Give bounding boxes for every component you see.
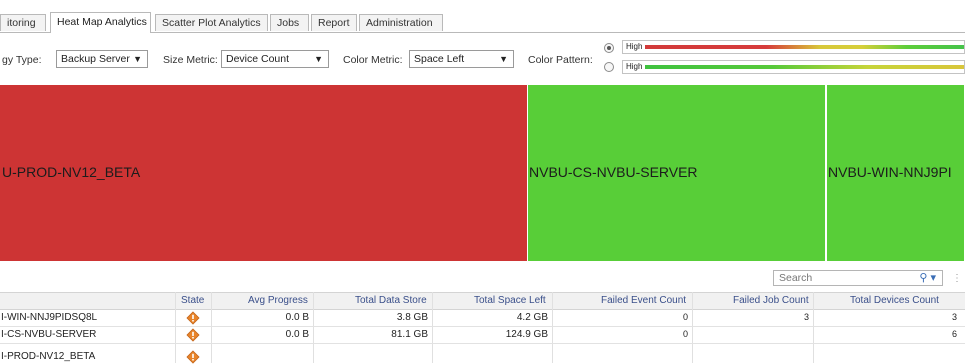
table-row[interactable]: I-CS-NVBU-SERVER 0.0 B 81.1 GB 124.9 GB …	[0, 327, 965, 344]
topology-type-select[interactable]: Backup Server ▼	[56, 50, 148, 68]
chevron-down-icon: ▼	[499, 54, 508, 64]
color-pattern-radio-2[interactable]	[604, 62, 614, 72]
color-gradient-bar	[645, 45, 964, 49]
column-header-avg-progress[interactable]: Avg Progress	[248, 293, 308, 308]
size-metric-value: Device Count	[226, 53, 290, 65]
heatmap-tile-label: NVBU-CS-NVBU-SERVER	[529, 164, 698, 180]
heatmap-tile[interactable]: U-PROD-NV12_BETA	[0, 85, 528, 261]
search-placeholder: Search	[779, 272, 813, 284]
column-header-total-devices-count[interactable]: Total Devices Count	[850, 293, 939, 308]
cell-total-data-store: 3.8 GB	[396, 312, 428, 323]
cell-avg-progress: 0.0 B	[285, 312, 309, 323]
size-metric-select[interactable]: Device Count ▼	[221, 50, 329, 68]
column-header-failed-job-count[interactable]: Failed Job Count	[733, 293, 809, 308]
tab-monitoring[interactable]: itoring	[0, 14, 46, 31]
cell-name: I-PROD-NV12_BETA	[1, 351, 96, 362]
warning-state-icon	[186, 350, 200, 364]
tab-report[interactable]: Report	[311, 14, 357, 31]
tab-heat-map-analytics[interactable]: Heat Map Analytics	[50, 12, 151, 33]
warning-state-icon	[186, 311, 200, 325]
cell-total-data-store: 81.1 GB	[391, 329, 428, 340]
color-pattern-1-label: High	[626, 42, 643, 51]
tab-bar: itoring Heat Map Analytics Scatter Plot …	[0, 12, 965, 33]
color-pattern-label: Color Pattern:	[528, 54, 593, 66]
color-gradient-bar	[645, 65, 964, 69]
grid-header: State Avg Progress Total Data Store Tota…	[0, 292, 965, 310]
tab-scatter-plot-analytics[interactable]: Scatter Plot Analytics	[155, 14, 268, 31]
cell-failed-event-count: 0	[682, 329, 688, 339]
size-metric-label: Size Metric:	[163, 54, 218, 66]
color-pattern-2[interactable]: High	[622, 60, 965, 74]
cell-total-devices-count: 6	[951, 329, 957, 339]
color-pattern-2-label: High	[626, 62, 643, 71]
cell-failed-job-count: 3	[803, 312, 809, 322]
heatmap-tile-label: U-PROD-NV12_BETA	[2, 164, 141, 180]
tab-administration[interactable]: Administration	[359, 14, 443, 31]
cell-failed-event-count: 0	[682, 312, 688, 322]
heatmap-tile-label: NVBU-WIN-NNJ9PI	[828, 164, 952, 180]
heatmap-toolbar: gy Type: Backup Server ▼ Size Metric: De…	[0, 40, 965, 80]
color-metric-label: Color Metric:	[343, 54, 403, 66]
tab-jobs[interactable]: Jobs	[270, 14, 309, 31]
chevron-down-icon: ▼	[133, 54, 142, 64]
heatmap-tile[interactable]: NVBU-CS-NVBU-SERVER	[528, 85, 826, 261]
color-pattern-radio-1[interactable]	[604, 43, 614, 53]
table-row[interactable]: I-PROD-NV12_BETA	[0, 344, 965, 364]
topology-type-label: gy Type:	[2, 54, 42, 66]
color-pattern-1[interactable]: High	[622, 40, 965, 54]
color-metric-value: Space Left	[414, 53, 465, 65]
column-header-total-data-store[interactable]: Total Data Store	[355, 293, 427, 308]
cell-avg-progress: 0.0 B	[285, 329, 309, 340]
cell-total-space-left: 4.2 GB	[516, 312, 548, 323]
color-metric-select[interactable]: Space Left ▼	[409, 50, 514, 68]
cell-total-space-left: 124.9 GB	[505, 329, 548, 340]
cell-name: I-CS-NVBU-SERVER	[1, 329, 97, 340]
column-header-failed-event-count[interactable]: Failed Event Count	[601, 293, 686, 308]
column-header-total-space-left[interactable]: Total Space Left	[474, 293, 546, 308]
warning-state-icon	[186, 328, 200, 342]
search-icon[interactable]: ⚲ ▾	[919, 271, 936, 284]
more-options-icon[interactable]: ⋮	[952, 273, 962, 284]
chevron-down-icon: ▼	[314, 54, 323, 64]
heatmap-tile[interactable]: NVBU-WIN-NNJ9PI	[826, 85, 965, 261]
cell-name: I-WIN-NNJ9PIDSQ8L	[1, 312, 98, 323]
column-header-state[interactable]: State	[181, 293, 204, 308]
cell-total-devices-count: 3	[951, 312, 957, 322]
search-input[interactable]: Search ⚲ ▾	[773, 270, 943, 286]
table-row[interactable]: I-WIN-NNJ9PIDSQ8L 0.0 B 3.8 GB 4.2 GB 0 …	[0, 310, 965, 327]
topology-type-value: Backup Server	[61, 53, 130, 65]
